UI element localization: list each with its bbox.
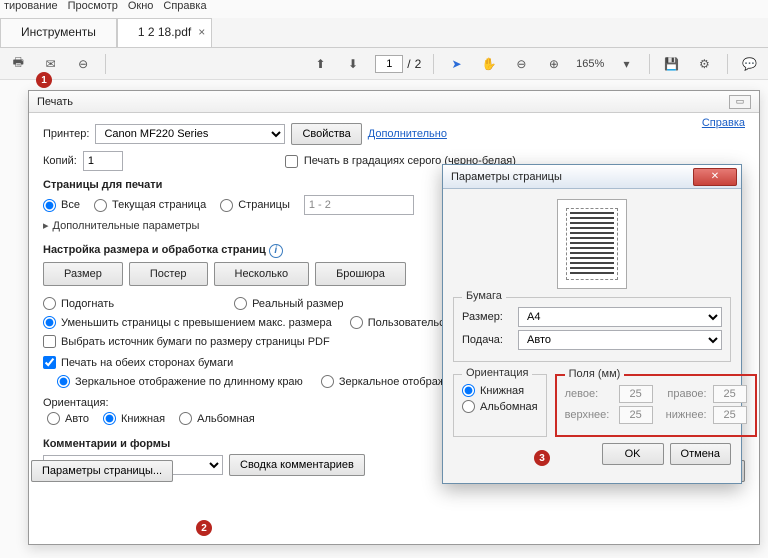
copies-label: Копий: bbox=[43, 155, 77, 167]
poster-button[interactable]: Постер bbox=[129, 262, 208, 286]
menu-edit[interactable]: тирование bbox=[4, 0, 58, 18]
margin-right-input[interactable] bbox=[713, 385, 747, 403]
tabbar: Инструменты 1 2 18.pdf × bbox=[0, 18, 768, 48]
size-button[interactable]: Размер bbox=[43, 262, 123, 286]
duplex-checkbox[interactable] bbox=[43, 356, 56, 369]
tools-icon[interactable]: ⚙ bbox=[694, 53, 714, 75]
ps-cancel-button[interactable]: Отмена bbox=[670, 443, 731, 465]
page-down-icon[interactable]: ⬇ bbox=[343, 53, 363, 75]
orient-landscape-radio[interactable] bbox=[179, 412, 192, 425]
multiple-button[interactable]: Несколько bbox=[214, 262, 310, 286]
print-dialog-titlebar: Печать ▭ bbox=[29, 91, 759, 113]
sizing-section-title: Настройка размера и обработка страниц bbox=[43, 244, 266, 256]
paper-feed-label: Подача: bbox=[462, 334, 512, 346]
separator bbox=[105, 54, 106, 74]
page-preview bbox=[557, 199, 627, 289]
grayscale-checkbox[interactable] bbox=[285, 155, 298, 168]
margins-group: Поля (мм) левое: правое: верхнее: нижнее… bbox=[555, 374, 757, 437]
properties-button[interactable]: Свойства bbox=[291, 123, 361, 145]
shrink-radio[interactable] bbox=[43, 316, 56, 329]
pages-current-radio[interactable] bbox=[94, 199, 107, 212]
close-icon[interactable]: × bbox=[198, 25, 205, 39]
pages-range-input[interactable] bbox=[304, 195, 414, 215]
paper-group: Бумага Размер: A4 Подача: Авто bbox=[453, 297, 731, 362]
summarize-comments-button[interactable]: Сводка комментариев bbox=[229, 454, 365, 476]
margin-bottom-input[interactable] bbox=[713, 406, 747, 424]
page-setup-titlebar: Параметры страницы ✕ bbox=[443, 165, 741, 189]
orient-portrait-radio[interactable] bbox=[103, 412, 116, 425]
advanced-link[interactable]: Дополнительно bbox=[368, 128, 447, 140]
orientation-group: Ориентация Книжная Альбомная bbox=[453, 374, 547, 437]
pages-all-label: Все bbox=[61, 199, 80, 211]
info-icon[interactable]: i bbox=[269, 244, 283, 258]
pages-range-label: Страницы bbox=[238, 199, 290, 211]
pages-all-radio[interactable] bbox=[43, 199, 56, 212]
annotation-badge-2: 2 bbox=[196, 520, 212, 536]
flip-long-radio[interactable] bbox=[57, 375, 70, 388]
page-indicator: / 2 bbox=[375, 55, 421, 73]
zoom-minus-icon[interactable]: ⊖ bbox=[511, 53, 531, 75]
zoom-plus-icon[interactable]: ⊕ bbox=[544, 53, 564, 75]
actual-radio[interactable] bbox=[234, 297, 247, 310]
fit-radio[interactable] bbox=[43, 297, 56, 310]
print-icon[interactable]: 🖶 bbox=[8, 53, 28, 75]
comment-icon[interactable]: 💬 bbox=[740, 53, 760, 75]
pages-range-radio[interactable] bbox=[220, 199, 233, 212]
close-icon[interactable]: ✕ bbox=[693, 168, 737, 186]
annotation-badge-1: 1 bbox=[36, 72, 52, 88]
custom-radio[interactable] bbox=[350, 316, 363, 329]
page-up-icon[interactable]: ⬆ bbox=[310, 53, 330, 75]
menubar: тирование Просмотр Окно Справка bbox=[0, 0, 768, 18]
menu-window[interactable]: Окно bbox=[128, 0, 154, 18]
page-setup-dialog: Параметры страницы ✕ Бумага Размер: A4 П… bbox=[442, 164, 742, 484]
ps-landscape-radio[interactable] bbox=[462, 400, 475, 413]
separator bbox=[649, 54, 650, 74]
save-icon[interactable]: 💾 bbox=[662, 53, 682, 75]
zoom-level[interactable]: 165% bbox=[576, 58, 604, 70]
choose-source-checkbox[interactable] bbox=[43, 335, 56, 348]
menu-help[interactable]: Справка bbox=[163, 0, 206, 18]
printer-label: Принтер: bbox=[43, 128, 89, 140]
separator bbox=[727, 54, 728, 74]
zoom-out-icon[interactable]: ⊖ bbox=[73, 53, 93, 75]
chevron-down-icon[interactable]: ▾ bbox=[616, 53, 636, 75]
menu-view[interactable]: Просмотр bbox=[68, 0, 118, 18]
paper-feed-select[interactable]: Авто bbox=[518, 330, 722, 350]
margin-left-input[interactable] bbox=[619, 385, 653, 403]
flip-short-radio[interactable] bbox=[321, 375, 334, 388]
dialog-close-icon[interactable]: ▭ bbox=[729, 95, 751, 109]
page-number-input[interactable] bbox=[375, 55, 403, 73]
print-dialog-title: Печать bbox=[37, 96, 73, 108]
tab-document[interactable]: 1 2 18.pdf × bbox=[117, 18, 212, 47]
booklet-button[interactable]: Брошюра bbox=[315, 262, 406, 286]
pages-current-label: Текущая страница bbox=[112, 199, 206, 211]
orient-auto-radio[interactable] bbox=[47, 412, 60, 425]
printer-select[interactable]: Canon MF220 Series bbox=[95, 124, 285, 144]
ok-button[interactable]: OK bbox=[602, 443, 664, 465]
separator bbox=[433, 54, 434, 74]
help-link[interactable]: Справка bbox=[702, 117, 745, 129]
ps-portrait-radio[interactable] bbox=[462, 384, 475, 397]
pointer-icon[interactable]: ➤ bbox=[446, 53, 466, 75]
annotation-badge-3: 3 bbox=[534, 450, 550, 466]
tab-tools[interactable]: Инструменты bbox=[0, 18, 117, 47]
toolbar: 🖶 ✉ ⊖ ⬆ ⬇ / 2 ➤ ✋ ⊖ ⊕ 165% ▾ 💾 ⚙ 💬 bbox=[0, 48, 768, 80]
paper-size-select[interactable]: A4 bbox=[518, 307, 722, 327]
paper-size-label: Размер: bbox=[462, 311, 512, 323]
page-setup-button[interactable]: Параметры страницы... bbox=[31, 460, 173, 482]
hand-icon[interactable]: ✋ bbox=[479, 53, 499, 75]
page-total: 2 bbox=[415, 57, 422, 71]
margin-top-input[interactable] bbox=[619, 406, 653, 424]
copies-input[interactable] bbox=[83, 151, 123, 171]
page-setup-title: Параметры страницы bbox=[451, 171, 562, 183]
